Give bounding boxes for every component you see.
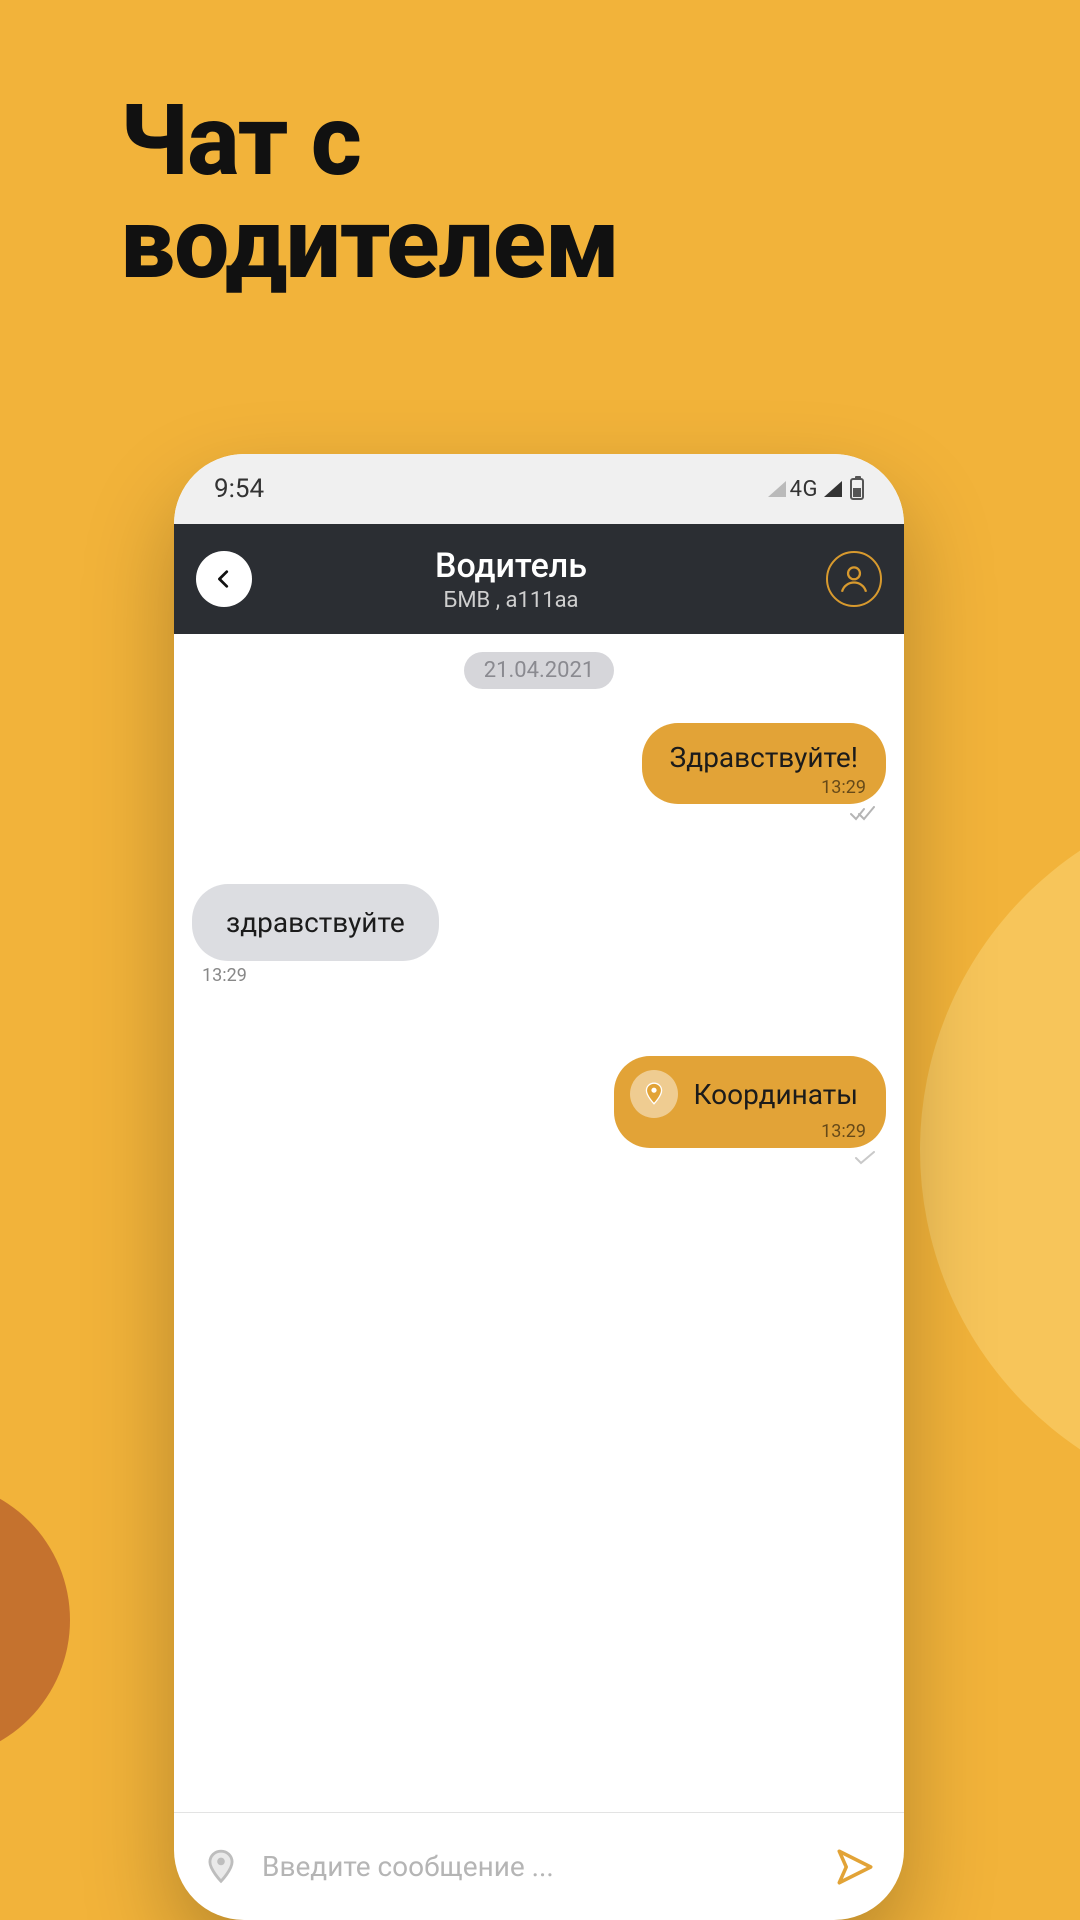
status-right-cluster: 4G — [768, 477, 864, 502]
message-time: 13:29 — [821, 777, 866, 798]
read-receipt-icon — [850, 806, 876, 826]
message-bubble-in[interactable]: здравствуйте — [192, 884, 439, 961]
date-chip: 21.04.2021 — [464, 652, 615, 689]
promo-headline-line1: Чат с — [120, 83, 361, 198]
send-button[interactable] — [834, 1846, 876, 1888]
message-row: здравствуйте 13:29 — [192, 884, 886, 986]
location-pin-icon — [202, 1848, 240, 1886]
header-subtitle: БМВ , a111aa — [214, 588, 808, 613]
location-pin-icon — [630, 1070, 678, 1118]
bg-decor-circle-left — [0, 1480, 70, 1760]
status-network: 4G — [790, 477, 818, 502]
battery-icon — [850, 478, 864, 500]
promo-headline: Чат с водителем — [120, 90, 619, 296]
status-bar: 9:54 4G — [174, 454, 904, 524]
phone-frame: 9:54 4G Водитель БМВ , a111aa 21.04.2021 — [174, 454, 904, 1920]
avatar-button[interactable] — [826, 551, 882, 607]
message-row: Здравствуйте! 13:29 — [192, 723, 886, 844]
person-icon — [837, 562, 871, 596]
attach-location-button[interactable] — [202, 1848, 240, 1886]
chat-header: Водитель БМВ , a111aa — [174, 524, 904, 634]
bg-decor-circle-right — [920, 790, 1080, 1510]
message-bubble-location[interactable]: Координаты 13:29 — [614, 1056, 886, 1148]
composer-bar: Введите сообщение ... — [174, 1812, 904, 1920]
promo-headline-line2: водителем — [120, 186, 619, 301]
status-time: 9:54 — [214, 474, 264, 504]
message-text: Координаты — [694, 1078, 858, 1111]
signal-empty-icon — [768, 481, 786, 497]
header-title: Водитель — [214, 546, 808, 586]
send-icon — [834, 1846, 876, 1888]
message-text: Здравствуйте! — [670, 741, 858, 774]
message-text: здравствуйте — [226, 906, 405, 939]
message-input[interactable]: Введите сообщение ... — [262, 1850, 812, 1883]
message-time: 13:29 — [202, 965, 247, 986]
chat-body: 21.04.2021 Здравствуйте! 13:29 здравству… — [174, 634, 904, 1812]
message-bubble-out[interactable]: Здравствуйте! 13:29 — [642, 723, 886, 804]
header-titles: Водитель БМВ , a111aa — [214, 546, 808, 613]
message-time: 13:29 — [821, 1121, 866, 1142]
message-row: Координаты 13:29 — [192, 1056, 886, 1169]
signal-full-icon — [824, 481, 842, 497]
read-receipt-icon — [854, 1150, 876, 1169]
